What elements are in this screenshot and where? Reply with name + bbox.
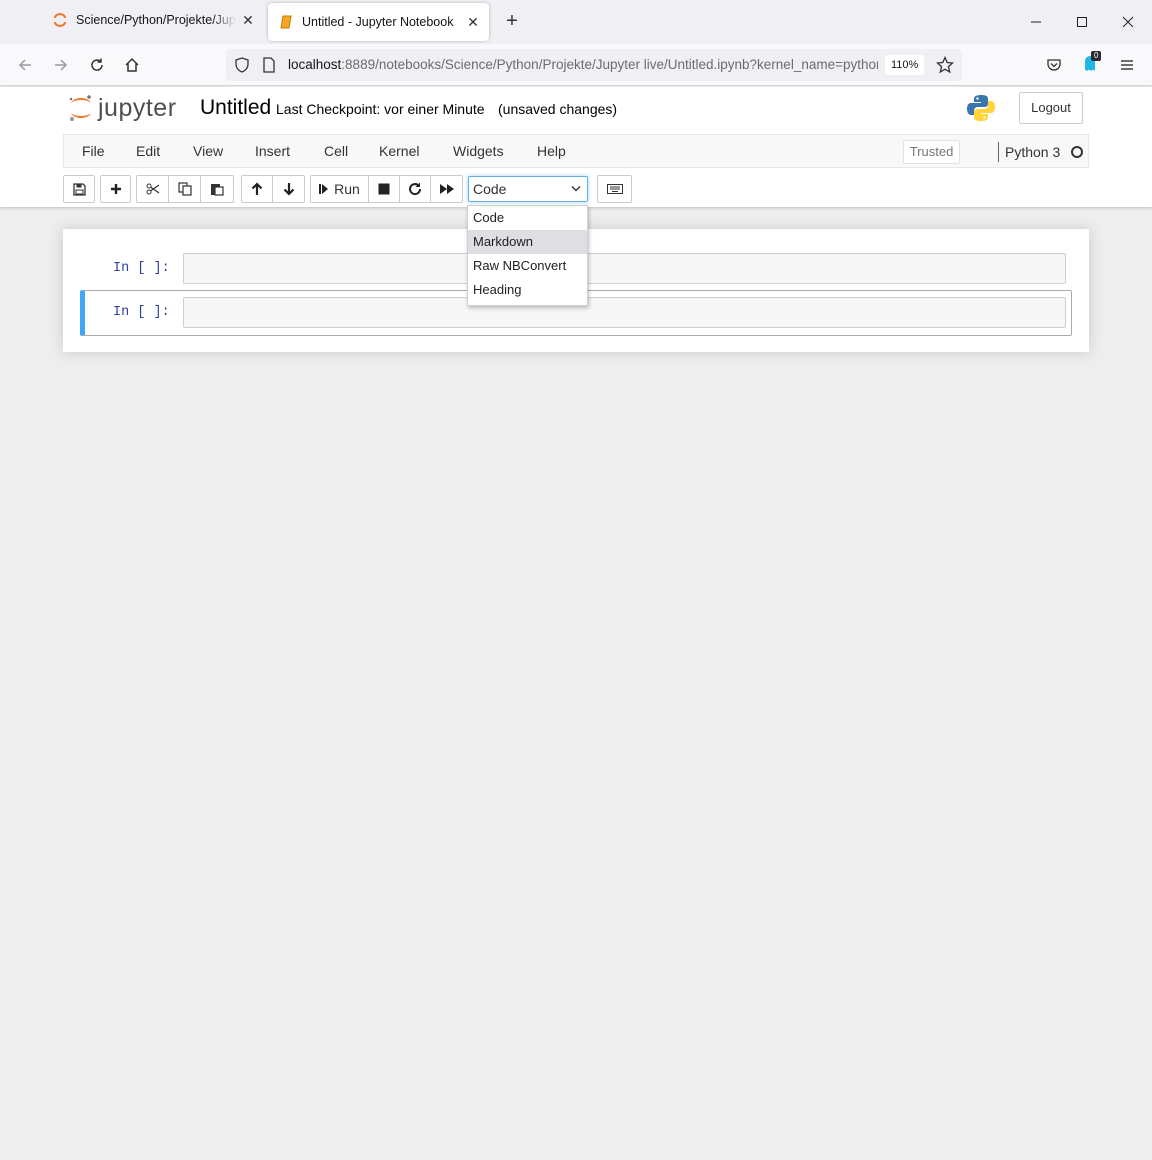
cell-type-value: Code	[473, 181, 507, 197]
move-up-button[interactable]	[241, 175, 273, 203]
paste-icon	[211, 184, 224, 196]
input-prompt: In [ ]:	[113, 305, 170, 320]
browser-tab-2[interactable]: Untitled - Jupyter Notebook ✕	[268, 3, 489, 41]
new-tab-button[interactable]: +	[500, 10, 524, 32]
save-button[interactable]	[63, 175, 95, 203]
move-down-button[interactable]	[273, 175, 305, 203]
copy-icon	[177, 182, 192, 196]
home-icon[interactable]	[120, 53, 144, 77]
logout-button[interactable]: Logout	[1019, 92, 1083, 124]
option-heading[interactable]: Heading	[468, 278, 587, 302]
command-palette-button[interactable]	[597, 175, 632, 203]
run-label: Run	[334, 181, 360, 197]
browser-tab-bar: Science/Python/Projekte/Jupyter live/ ✕ …	[0, 0, 1152, 44]
close-icon[interactable]: ✕	[461, 14, 485, 31]
window-close-icon[interactable]	[1116, 10, 1140, 34]
close-icon[interactable]: ✕	[236, 12, 260, 29]
page-info-icon[interactable]	[262, 57, 276, 76]
arrow-down-icon	[283, 183, 294, 196]
jupyter-logo-icon	[69, 95, 91, 121]
forward-arrow-icon[interactable]	[49, 53, 73, 77]
url-path: :8889/notebooks/Science/Python/Projekte/…	[341, 57, 878, 72]
trusted-indicator[interactable]: Trusted	[903, 140, 960, 164]
option-raw-nbconvert[interactable]: Raw NBConvert	[468, 254, 587, 278]
step-forward-icon	[319, 184, 329, 194]
notebook-name[interactable]: Untitled	[200, 96, 271, 120]
copy-button[interactable]	[169, 175, 201, 203]
minimize-icon[interactable]	[1024, 10, 1048, 34]
menu-bar: File Edit View Insert Cell Kernel Widget…	[63, 134, 1089, 168]
plus-icon	[110, 184, 121, 194]
back-arrow-icon[interactable]	[13, 53, 37, 77]
browser-tab-1[interactable]: Science/Python/Projekte/Jupyter live/ ✕	[42, 0, 264, 40]
cell-type-dropdown: Code Markdown Raw NBConvert Heading	[467, 205, 588, 306]
maximize-icon[interactable]	[1070, 10, 1094, 34]
code-input[interactable]	[183, 253, 1066, 284]
url-bar[interactable]: localhost:8889/notebooks/Science/Python/…	[226, 49, 962, 81]
extension-badge: 0	[1091, 51, 1102, 61]
menu-view[interactable]: View	[193, 143, 223, 159]
arrow-up-icon	[251, 182, 263, 195]
jupyter-favicon-icon	[52, 12, 68, 28]
pocket-icon[interactable]	[1042, 53, 1066, 77]
scissors-icon	[146, 183, 159, 195]
option-code[interactable]: Code	[468, 206, 587, 230]
zoom-level-button[interactable]: 110%	[885, 55, 925, 75]
shield-icon[interactable]	[234, 57, 250, 76]
stop-icon	[378, 183, 390, 195]
kernel-separator	[998, 142, 999, 162]
fast-forward-icon	[439, 184, 454, 194]
bookmark-star-icon[interactable]	[935, 55, 955, 77]
insert-cell-button[interactable]	[100, 175, 131, 203]
run-button[interactable]: Run	[310, 175, 369, 203]
reload-icon[interactable]	[85, 53, 109, 77]
jupyter-header: jupyter Untitled Last Checkpoint: vor ei…	[0, 87, 1152, 207]
kernel-idle-indicator-icon	[1071, 146, 1083, 158]
jupyter-logo[interactable]: jupyter	[68, 93, 177, 123]
input-prompt: In [ ]:	[113, 261, 170, 276]
menu-edit[interactable]: Edit	[136, 143, 160, 159]
paste-button[interactable]	[201, 175, 234, 203]
tab-title: Science/Python/Projekte/Jupyter live/	[76, 13, 236, 27]
menu-insert[interactable]: Insert	[255, 143, 290, 159]
menu-widgets[interactable]: Widgets	[453, 143, 504, 159]
refresh-icon	[409, 182, 422, 196]
menu-cell[interactable]: Cell	[324, 143, 348, 159]
extension-icon[interactable]: 0	[1078, 51, 1102, 77]
browser-nav-bar: localhost:8889/notebooks/Science/Python/…	[0, 44, 1152, 86]
kernel-name: Python 3	[1005, 144, 1061, 160]
menu-help[interactable]: Help	[537, 143, 566, 159]
cut-button[interactable]	[136, 175, 169, 203]
unsaved-changes-indicator: (unsaved changes)	[498, 101, 618, 117]
save-icon	[72, 182, 86, 196]
python-logo-icon	[966, 93, 996, 126]
chevron-down-icon	[571, 186, 581, 192]
menu-file[interactable]: File	[82, 143, 105, 159]
interrupt-button[interactable]	[369, 175, 400, 203]
url-host: localhost	[288, 57, 342, 72]
menu-hamburger-icon[interactable]	[1115, 53, 1139, 77]
option-markdown[interactable]: Markdown	[468, 230, 587, 254]
tab-title: Untitled - Jupyter Notebook	[302, 15, 454, 29]
url-text[interactable]: localhost:8889/notebooks/Science/Python/…	[288, 57, 878, 72]
notebook-favicon-icon	[278, 14, 294, 30]
menu-kernel[interactable]: Kernel	[379, 143, 419, 159]
restart-run-all-button[interactable]	[431, 175, 463, 203]
jupyter-logo-text: jupyter	[98, 93, 177, 122]
code-input[interactable]	[183, 297, 1066, 328]
checkpoint-status: Last Checkpoint: vor einer Minute	[276, 101, 485, 117]
restart-kernel-button[interactable]	[400, 175, 431, 203]
cell-type-select[interactable]: Code	[468, 176, 588, 202]
keyboard-icon	[606, 184, 623, 194]
